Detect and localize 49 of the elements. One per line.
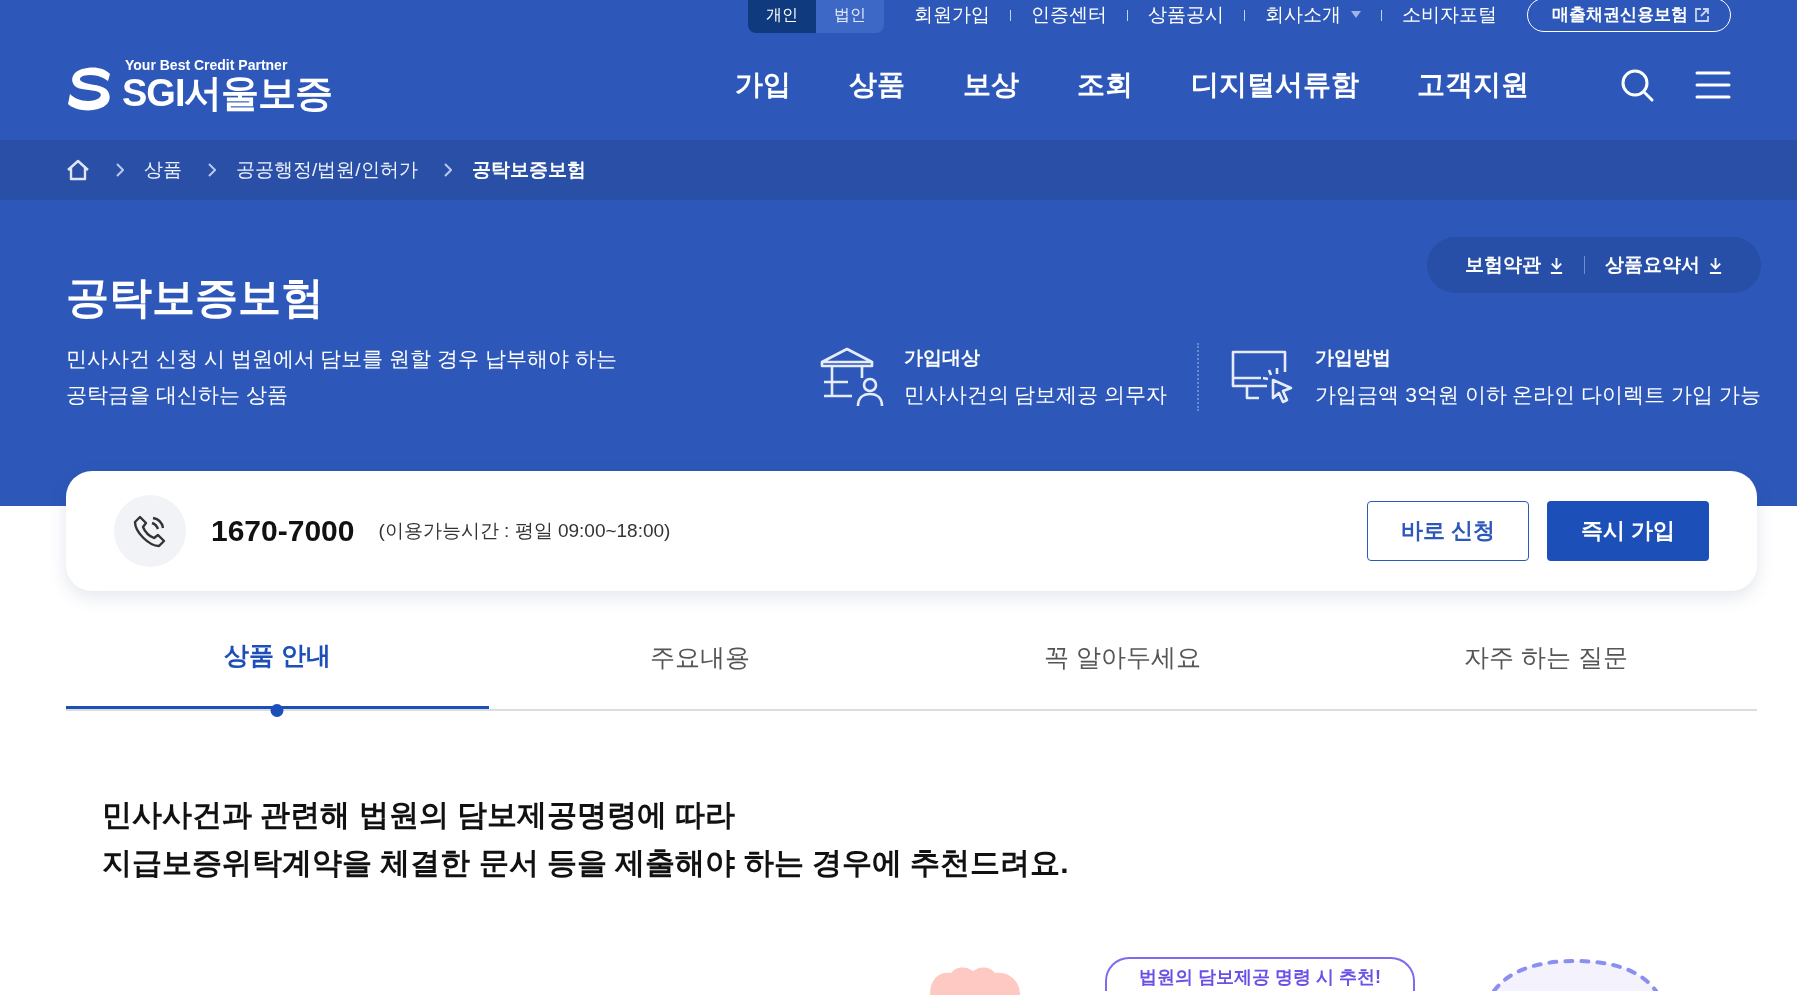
search-icon[interactable] [1619, 67, 1655, 103]
info-label: 가입방법 [1315, 346, 1393, 370]
top-link[interactable]: 회사소개 [1265, 2, 1341, 28]
download-button[interactable]: 상품요약서 [1599, 251, 1729, 279]
nav-item[interactable]: 보상 [963, 66, 1019, 104]
nav-item[interactable]: 가입 [735, 66, 791, 104]
logo-tagline: Your Best Credit Partner [125, 57, 289, 73]
tab[interactable]: 자주 하는 질문 [1334, 621, 1757, 709]
tab[interactable]: 상품 안내 [66, 621, 489, 709]
description-text: 민사사건 신청 시 법원에서 담보를 원할 경우 납부해야 하는 [66, 346, 617, 372]
tab[interactable]: 꼭 알아두세요 [911, 621, 1335, 709]
download-icon [1708, 256, 1723, 274]
top-link[interactable]: 소비자포털 [1402, 2, 1497, 28]
info-text: 민사사건의 담보제공 의무자 [903, 382, 1168, 408]
tab-indicator-dot [270, 704, 284, 717]
breadcrumb-link[interactable]: 공탁보증보험 [471, 157, 586, 183]
segment-tab[interactable]: 개인 [748, 0, 816, 33]
nav-item[interactable]: 고객지원 [1417, 66, 1529, 104]
home-icon[interactable] [66, 159, 90, 181]
speech-bubble: 법원의 담보제공 명령 시 추천! [1105, 957, 1415, 991]
apply-button[interactable]: 바로 신청 [1367, 501, 1529, 561]
intro-text: 지급보증위탁계약을 체결한 문서 등을 제출해야 하는 경우에 추천드려요. [102, 845, 1070, 881]
phone-number: 1670-7000 [211, 514, 355, 548]
menu-icon[interactable] [1695, 70, 1731, 100]
logo-wordmark: SGI서울보증 [122, 73, 333, 113]
caret-icon[interactable] [1351, 11, 1361, 19]
info-label: 가입대상 [903, 346, 981, 370]
chevron-icon [208, 163, 216, 177]
intro-text: 민사사건과 관련해 법원의 담보제공명령에 따라 [102, 797, 737, 833]
nav-item[interactable]: 조회 [1077, 66, 1133, 104]
hours-text: (이용가능시간 : 평일 09:00~18:00) [378, 519, 671, 543]
segment-tab[interactable]: 법인 [816, 0, 884, 33]
description-text: 공탁금을 대신하는 상품 [66, 382, 289, 408]
page-title: 공탁보증보험 [66, 272, 324, 323]
download-icon [1549, 256, 1564, 274]
nav-item[interactable]: 상품 [849, 66, 905, 104]
info-text: 가입금액 3억원 이하 온라인 다이렉트 가입 가능 [1315, 382, 1761, 408]
chevron-icon [116, 163, 124, 177]
nav-item[interactable]: 디지털서류함 [1191, 66, 1359, 104]
chevron-icon [443, 163, 452, 177]
top-link[interactable]: 회원가입 [914, 2, 990, 28]
external-link-icon [1694, 6, 1710, 23]
breadcrumb-link[interactable]: 공공행정/법원/인허가 [236, 157, 418, 183]
download-button[interactable]: 보험약관 [1459, 251, 1570, 279]
breadcrumb-link[interactable]: 상품 [144, 157, 182, 183]
top-link[interactable]: 상품공시 [1148, 2, 1224, 28]
join-button[interactable]: 즉시 가입 [1547, 501, 1709, 561]
tab[interactable]: 주요내용 [488, 621, 912, 709]
top-link[interactable]: 인증센터 [1031, 2, 1107, 28]
